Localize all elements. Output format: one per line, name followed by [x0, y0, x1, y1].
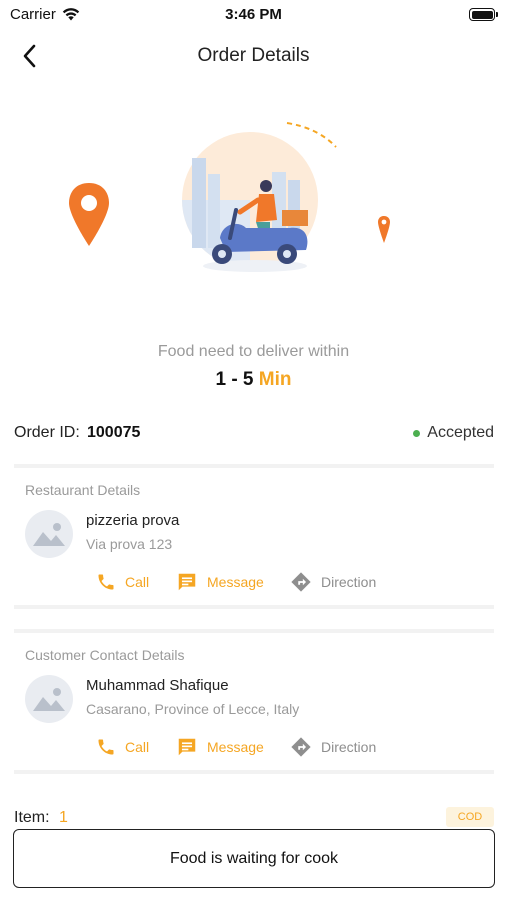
payment-badge: COD [446, 807, 494, 827]
status-dot [413, 429, 421, 437]
items-summary: Item: 1 COD [14, 807, 494, 831]
avatar [25, 510, 73, 558]
customer-card-title: Customer Contact Details [25, 647, 185, 663]
call-label: Call [125, 739, 150, 755]
customer-name: Muhammad Shafique [86, 677, 229, 694]
avatar [25, 675, 73, 723]
nav-bar: Order Details [0, 36, 507, 76]
direction-button[interactable]: Direction [290, 735, 376, 759]
delivery-window: 1 - 5 Min [0, 369, 507, 391]
phone-icon [98, 739, 114, 755]
customer-card: Customer Contact Details Muhammad Shafiq… [14, 629, 494, 774]
battery-icon [469, 8, 498, 21]
status-badge: Accepted [413, 424, 494, 442]
call-label: Call [125, 574, 150, 590]
message-icon [178, 738, 196, 756]
direction-button[interactable]: Direction [290, 570, 376, 594]
delivery-scooter-icon [182, 132, 318, 272]
delivery-range: 1 - 5 [215, 369, 254, 390]
page-title: Order Details [197, 45, 310, 66]
image-placeholder-icon [33, 523, 65, 546]
order-status-button[interactable]: Food is waiting for cook [13, 829, 495, 888]
clock: 3:46 PM [225, 6, 282, 23]
message-label: Message [207, 574, 264, 590]
order-id: 100075 [87, 424, 141, 441]
restaurant-name: pizzeria prova [86, 512, 180, 529]
delivery-unit: Min [258, 369, 292, 390]
direction-icon [291, 572, 311, 592]
status-label: Accepted [427, 424, 494, 441]
message-button[interactable]: Message [176, 735, 264, 759]
call-button[interactable]: Call [96, 735, 149, 759]
order-id-label: Order ID: [14, 424, 80, 441]
message-button[interactable]: Message [176, 570, 264, 594]
location-pin-icon [69, 183, 109, 246]
location-pin-icon [378, 216, 390, 243]
call-button[interactable]: Call [96, 570, 149, 594]
delivery-window-text: Food need to deliver within [157, 343, 350, 360]
items-count: 1 [59, 809, 68, 826]
customer-address: Casarano, Province of Lecce, Italy [86, 701, 300, 717]
restaurant-card: Restaurant Details pizzeria prova Via pr… [14, 464, 494, 609]
message-icon [178, 573, 196, 591]
direction-label: Direction [321, 739, 377, 755]
direction-icon [291, 737, 311, 757]
message-label: Message [207, 739, 264, 755]
items-label: Item: [14, 809, 50, 826]
restaurant-card-title: Restaurant Details [25, 482, 141, 498]
image-placeholder-icon [33, 688, 65, 711]
status-bar: Carrier 3:46 PM [0, 0, 507, 30]
phone-icon [98, 574, 114, 590]
restaurant-address: Via prova 123 [86, 536, 173, 552]
order-summary: Order ID: 100075 Accepted [14, 424, 494, 446]
direction-label: Direction [321, 574, 377, 590]
delivery-illustration [69, 122, 390, 272]
